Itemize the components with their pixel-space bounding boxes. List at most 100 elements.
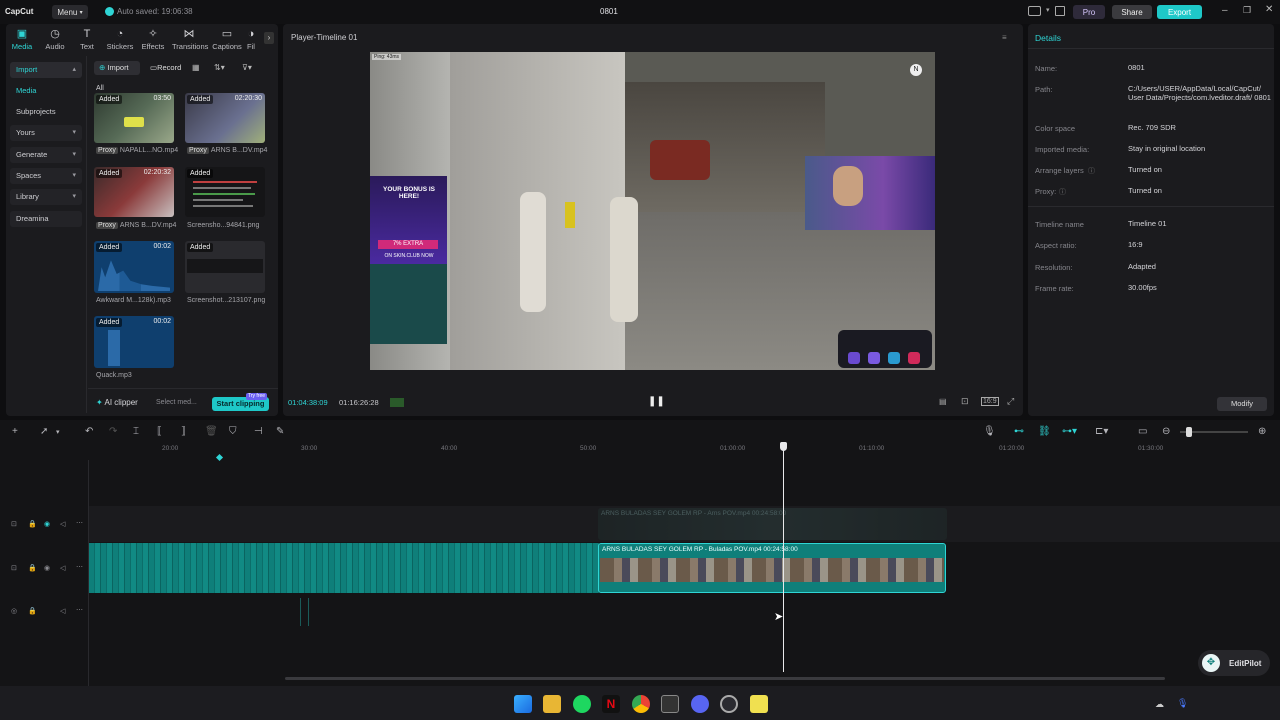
minimize-icon[interactable]: –	[1222, 5, 1228, 16]
main-clip[interactable]: ARNS BULADAS SEY GOLEM RP - Buladas POV.…	[598, 543, 946, 593]
info-icon[interactable]: ⓘ	[1059, 187, 1066, 197]
volume-icon[interactable]: ◁	[60, 607, 65, 615]
pause-icon[interactable]: ❚❚	[648, 396, 665, 407]
split-right-icon[interactable]: ⟧	[181, 426, 186, 437]
import-button[interactable]: ⊕ Import	[94, 61, 140, 75]
track-cover-icon[interactable]: ⊡	[11, 564, 17, 572]
main-clip-left[interactable]	[89, 543, 599, 593]
lock-icon[interactable]: 🔒	[28, 607, 37, 615]
split-icon[interactable]: ⌶	[133, 426, 139, 437]
netflix-icon[interactable]: N	[602, 695, 620, 713]
tab-effects[interactable]: ✧ Effects	[136, 28, 170, 51]
media-thumbnail[interactable]: Added 00:02	[94, 316, 174, 368]
capcut-taskbar-icon[interactable]	[661, 695, 679, 713]
sidebar-item-library[interactable]: Library ▾	[10, 189, 82, 205]
select-media-dropdown[interactable]: Select med...	[156, 399, 197, 406]
spotify-icon[interactable]	[573, 695, 591, 713]
sort-icon[interactable]: ⇅▾	[214, 63, 225, 72]
tab-filters[interactable]: ◑ Fil	[242, 28, 260, 51]
sidebar-item-dreamina[interactable]: Dreamina	[10, 211, 82, 227]
snap-icon[interactable]: ⊏▾	[1095, 426, 1108, 437]
menu-button[interactable]: Menu ▾	[52, 5, 88, 19]
sticky-notes-icon[interactable]	[750, 695, 768, 713]
tab-transitions[interactable]: ⋈ Transitions	[172, 28, 208, 51]
playhead-handle[interactable]	[780, 442, 787, 451]
undo-icon[interactable]: ↶	[85, 426, 93, 437]
crop-icon[interactable]: ⊣	[254, 426, 263, 437]
media-thumbnail[interactable]: Added	[185, 167, 265, 217]
record-button[interactable]: ▭Record	[148, 61, 188, 75]
add-track-icon[interactable]: +	[12, 426, 18, 437]
delete-icon[interactable]: 🗑	[205, 426, 218, 437]
chrome-icon[interactable]	[632, 695, 650, 713]
info-icon[interactable]: ⓘ	[1088, 166, 1095, 176]
lock-icon[interactable]: 🔒	[28, 564, 37, 572]
fullscreen-icon[interactable]: ⤢	[1007, 396, 1014, 407]
sidebar-item-generate[interactable]: Generate ▾	[10, 147, 82, 163]
marker-icon[interactable]: ⛉	[229, 426, 237, 437]
more-icon[interactable]: ⋯	[76, 519, 83, 527]
playhead[interactable]	[783, 446, 784, 672]
filter-all-label[interactable]: All	[96, 85, 104, 92]
tab-audio[interactable]: ◷ Audio	[38, 28, 72, 51]
eye-icon[interactable]: ◉	[44, 564, 50, 572]
link-icon[interactable]: ⛓	[1038, 426, 1051, 437]
track-cover-icon[interactable]: ⊡	[11, 520, 17, 528]
ai-clipper-label[interactable]: ✦ AI clipper	[96, 398, 138, 407]
filter-icon[interactable]: ⊽▾	[242, 63, 252, 72]
editpilot-button[interactable]: ✥ EditPilot	[1198, 650, 1270, 676]
tab-text[interactable]: T Text	[70, 28, 104, 51]
microphone-icon[interactable]: 🎙	[983, 426, 996, 437]
quality-icon[interactable]: ▤	[939, 397, 947, 406]
media-thumbnail[interactable]: Added 03:50	[94, 93, 174, 143]
ghost-clip[interactable]: ARNS BULADAS SEY GOLEM RP - Arns POV.mp4…	[598, 508, 947, 540]
chevron-down-icon[interactable]: ▾	[56, 428, 60, 436]
tray-mic-icon[interactable]: 🎙	[1177, 698, 1188, 709]
chevron-right-icon[interactable]: ›	[264, 32, 274, 44]
split-left-icon[interactable]: ⟦	[157, 426, 162, 437]
tab-captions[interactable]: ▭ Captions	[210, 28, 244, 51]
shortcut-icon[interactable]	[1055, 6, 1065, 16]
restore-icon[interactable]: ❐	[1243, 5, 1251, 16]
chevron-down-icon[interactable]: ▾	[1046, 6, 1050, 14]
magnet-icon[interactable]: ⊷	[1014, 426, 1024, 437]
media-thumbnail[interactable]: Added 02:20:30	[185, 93, 265, 143]
zoom-out-icon[interactable]: ⊖	[1162, 426, 1170, 437]
close-icon[interactable]: ✕	[1265, 4, 1273, 15]
modify-button[interactable]: Modify	[1217, 397, 1267, 411]
volume-icon[interactable]: ◁	[60, 564, 65, 572]
zoom-in-icon[interactable]: ⊕	[1258, 426, 1266, 437]
sidebar-item-yours[interactable]: Yours ▾	[10, 125, 82, 141]
file-explorer-icon[interactable]	[543, 695, 561, 713]
tab-stickers[interactable]: ◔ Stickers	[103, 28, 137, 51]
lock-icon[interactable]: 🔒	[28, 520, 37, 528]
tray-icon[interactable]: ☁	[1155, 699, 1164, 710]
media-thumbnail[interactable]: Added 00:02	[94, 241, 174, 293]
windows-start-icon[interactable]	[514, 695, 532, 713]
zoom-fit-icon[interactable]: ⊡	[961, 396, 969, 407]
tab-media[interactable]: ▣ Media	[5, 28, 39, 51]
grid-view-icon[interactable]: ▦	[192, 63, 200, 72]
sidebar-item-import[interactable]: Import ▴	[10, 62, 82, 78]
obs-icon[interactable]	[720, 695, 738, 713]
draw-icon[interactable]: ✎	[276, 426, 284, 437]
share-button[interactable]: Share	[1112, 5, 1152, 19]
sidebar-item-media[interactable]: Media	[10, 83, 82, 99]
caption-track-icon[interactable]: ▭	[1138, 426, 1147, 437]
select-tool-icon[interactable]: ➚	[40, 426, 48, 437]
media-thumbnail[interactable]: Added	[185, 241, 265, 293]
redo-icon[interactable]: ↷	[109, 426, 117, 437]
menu-icon[interactable]: ≡	[1002, 33, 1007, 42]
export-button[interactable]: Export	[1157, 5, 1202, 19]
media-thumbnail[interactable]: Added 02:20:32	[94, 167, 174, 217]
audio-track-icon[interactable]: ◎	[11, 607, 17, 615]
volume-icon[interactable]: ◁	[60, 520, 65, 528]
sidebar-item-spaces[interactable]: Spaces ▾	[10, 168, 82, 184]
zoom-slider-handle[interactable]	[1186, 427, 1192, 437]
sidebar-item-subprojects[interactable]: Subprojects	[10, 104, 82, 120]
pro-button[interactable]: Pro	[1073, 5, 1105, 19]
preview-axis-icon[interactable]: ⊶▾	[1062, 426, 1077, 437]
discord-taskbar-icon[interactable]	[691, 695, 709, 713]
aspect-ratio-icon[interactable]: 16:9	[981, 397, 999, 406]
more-icon[interactable]: ⋯	[76, 563, 83, 571]
